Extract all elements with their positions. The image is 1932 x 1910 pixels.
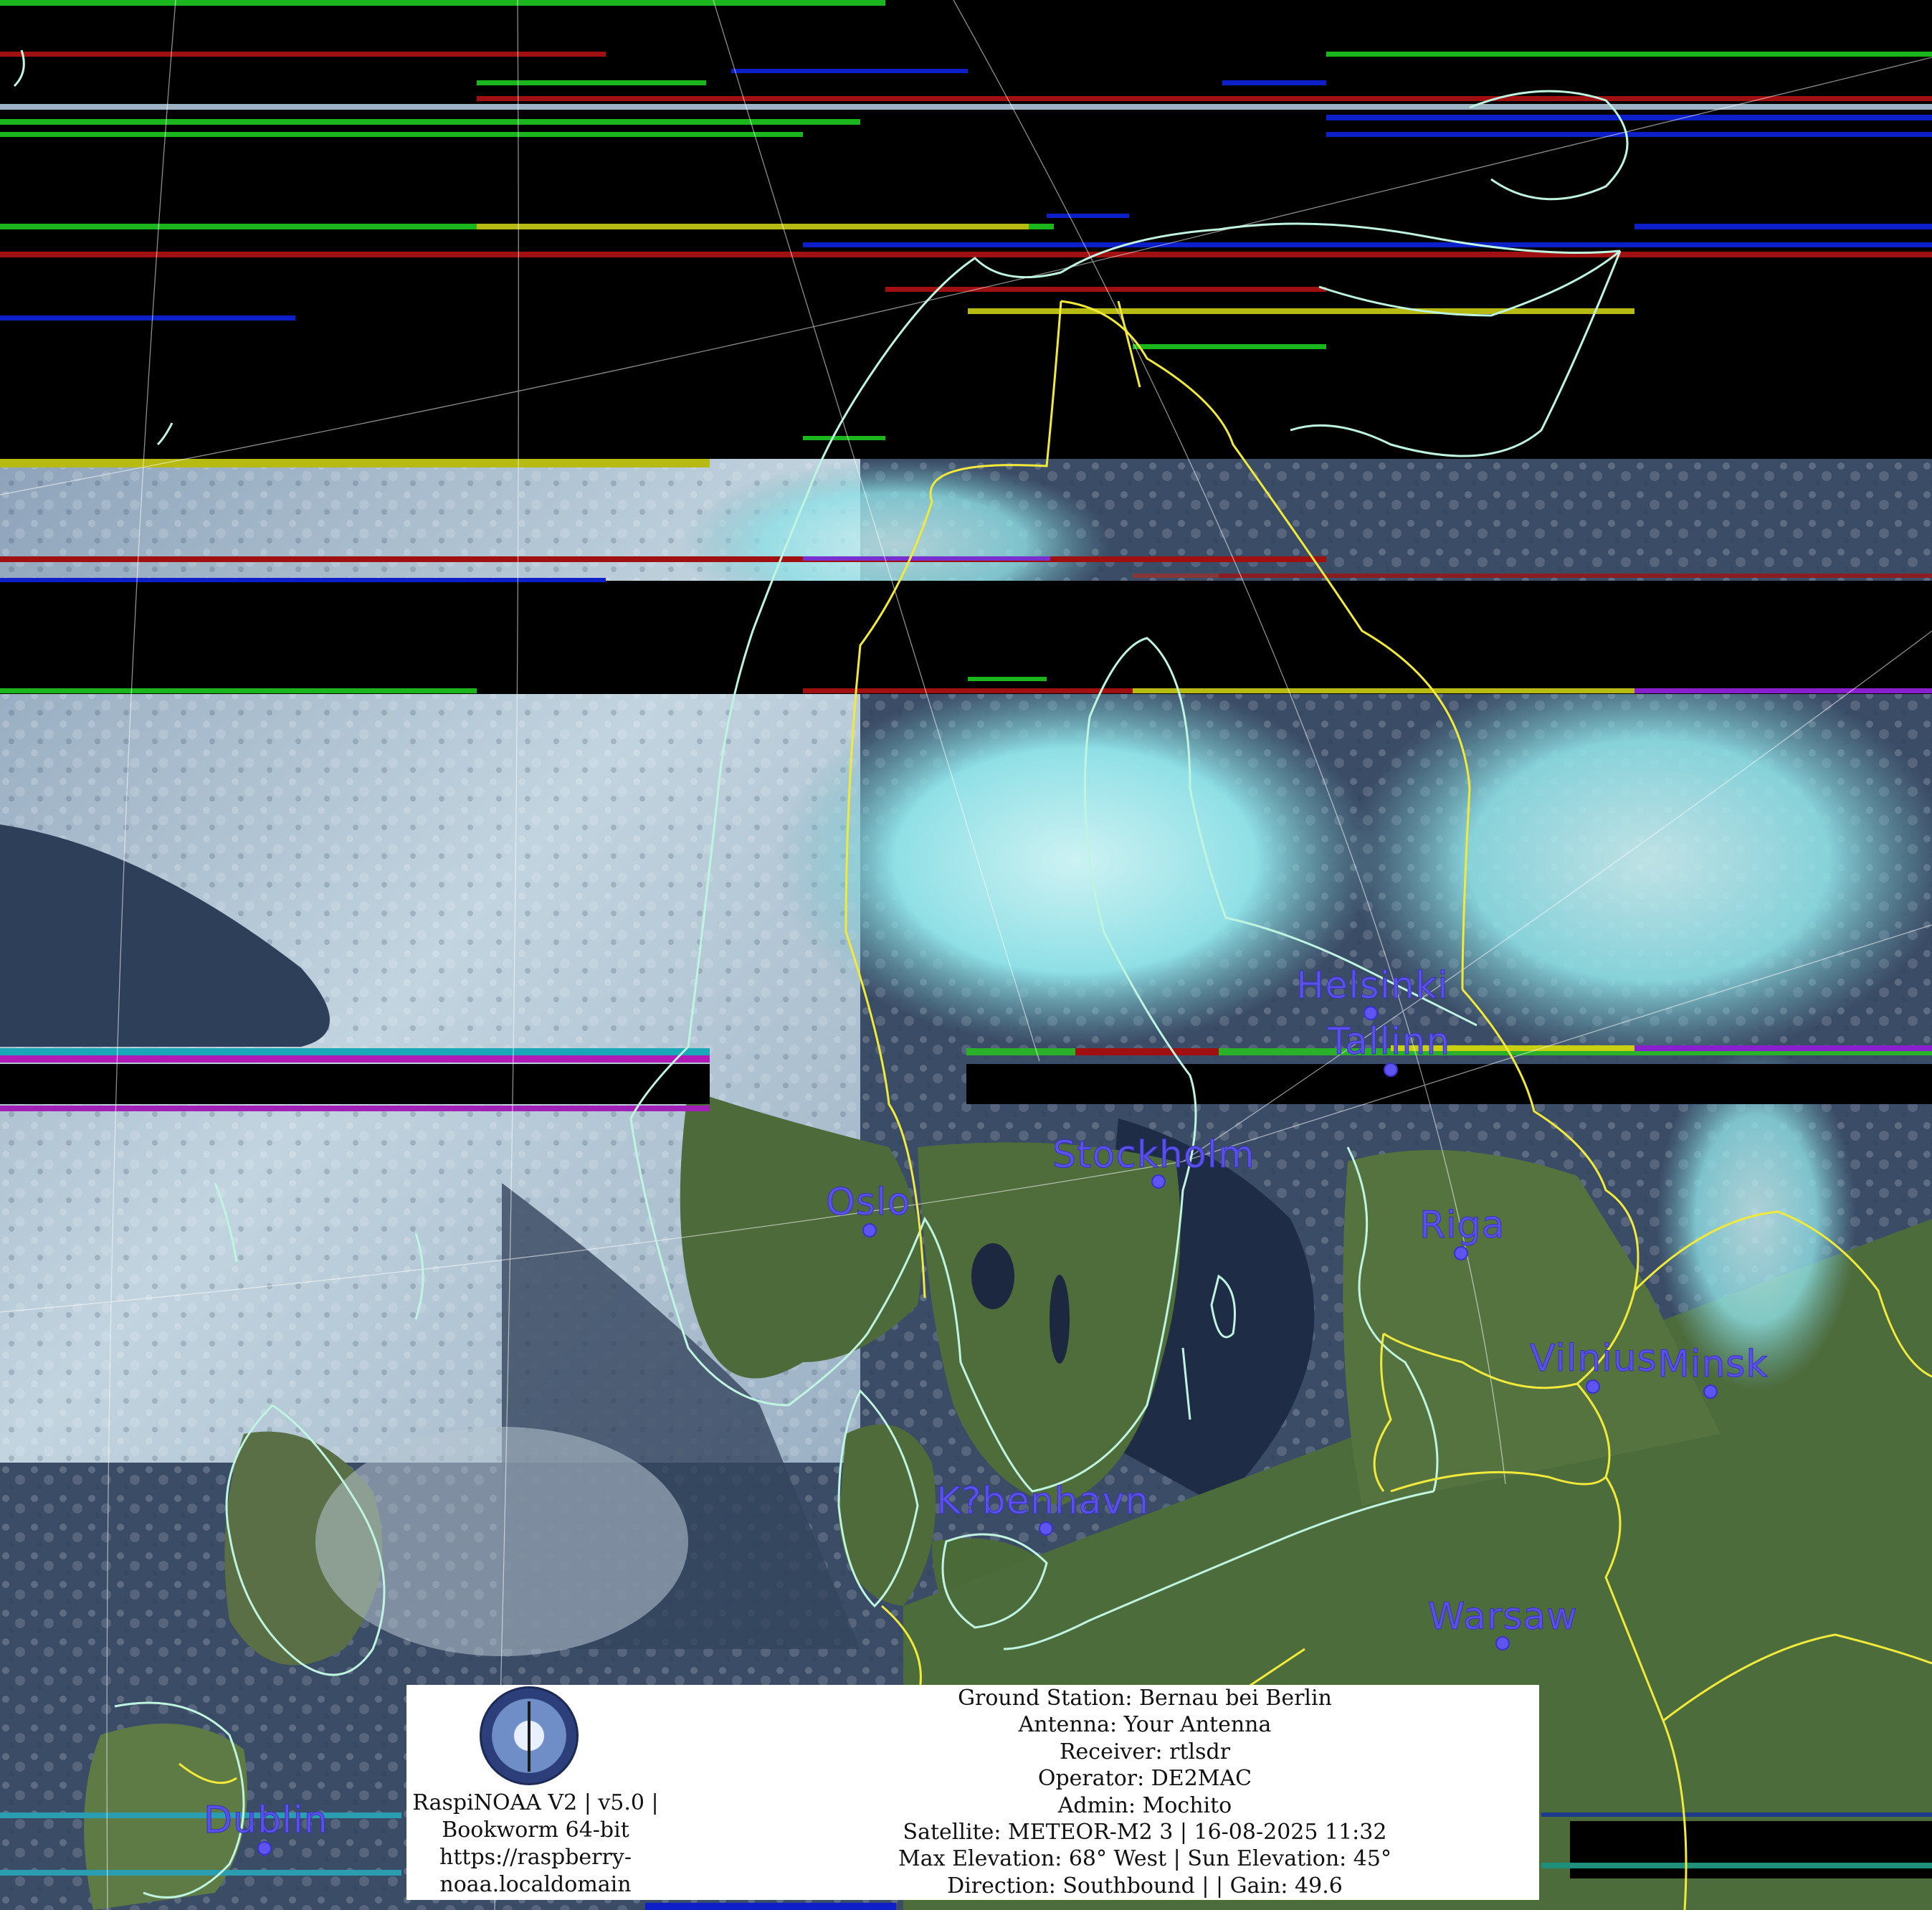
- no-data-band-3-east: [966, 1064, 1932, 1104]
- city-dot-dublin: [257, 1841, 272, 1856]
- admin-line: Admin: Mochito: [1057, 1792, 1232, 1818]
- no-data-band-bottom: [1570, 1821, 1932, 1878]
- station-line-3: https://raspberry-: [439, 1845, 632, 1870]
- ground-station-line: Ground Station: Bernau bei Berlin: [958, 1686, 1332, 1711]
- cloud-north-sea: [315, 1427, 688, 1656]
- station-line-4: noaa.localdomain: [439, 1872, 632, 1897]
- city-dot-kbenhavn: [1039, 1521, 1053, 1536]
- city-dot-helsinki: [1364, 1006, 1378, 1020]
- city-dot-vilnius: [1586, 1379, 1600, 1394]
- city-label-warsaw: Warsaw: [1428, 1595, 1578, 1638]
- city-dot-minsk: [1703, 1384, 1718, 1399]
- receiver-line: Receiver: rtlsdr: [1059, 1739, 1231, 1764]
- city-dot-tallinn: [1384, 1063, 1398, 1077]
- station-info: RaspiNOAA V2 | v5.0 | Bookworm 64-bit ht…: [406, 1790, 665, 1899]
- city-dot-oslo: [862, 1223, 877, 1237]
- elevation-line: Max Elevation: 68° West | Sun Elevation:…: [898, 1846, 1391, 1872]
- station-line-1: RaspiNOAA V2 | v5.0 |: [412, 1790, 659, 1815]
- city-label-minsk: Minsk: [1657, 1343, 1768, 1386]
- city-label-oslo: Oslo: [826, 1181, 910, 1224]
- lake-vattern: [1050, 1275, 1070, 1364]
- city-label-tallinn: Tallinn: [1327, 1020, 1450, 1063]
- pass-info-panel: RaspiNOAA V2 | v5.0 | Bookworm 64-bit ht…: [406, 1685, 1539, 1900]
- city-dot-warsaw: [1495, 1636, 1510, 1650]
- city-dot-riga: [1454, 1246, 1468, 1260]
- operator-line: Operator: DE2MAC: [1037, 1766, 1252, 1792]
- direction-line: Direction: Southbound | | Gain: 49.6: [947, 1873, 1343, 1899]
- no-data-band-2: [0, 581, 1932, 694]
- no-data-band-3-west: [0, 1064, 710, 1104]
- city-label-helsinki: Helsinki: [1296, 964, 1449, 1007]
- city-label-stockholm: Stockholm: [1052, 1134, 1255, 1177]
- city-label-riga: Riga: [1419, 1204, 1505, 1247]
- city-label-vilnius: Vilnius: [1530, 1337, 1657, 1380]
- city-dot-stockholm: [1151, 1174, 1166, 1189]
- city-label-kbenhavn: K?benhavn: [936, 1480, 1149, 1523]
- raspinoaa-badge-icon: [480, 1686, 579, 1785]
- city-label-dublin: Dublin: [204, 1799, 328, 1842]
- antenna-line: Antenna: Your Antenna: [1018, 1712, 1272, 1738]
- station-line-2: Bookworm 64-bit: [442, 1818, 629, 1843]
- pass-metadata: Ground Station: Bernau bei Berlin Antenn…: [751, 1685, 1539, 1899]
- satellite-map: HelsinkiTallinnStockholmOsloRigaVilnius M…: [0, 0, 1932, 1910]
- satellite-line: Satellite: METEOR-M2 3 | 16-08-2025 11:3…: [903, 1820, 1387, 1845]
- lake-vanern: [971, 1243, 1014, 1309]
